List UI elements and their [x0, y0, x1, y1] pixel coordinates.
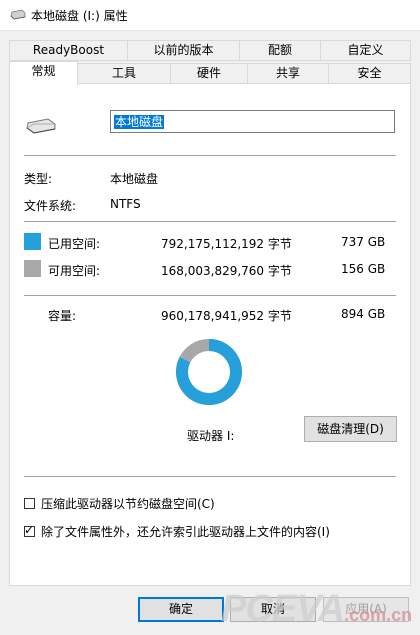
tab-quota[interactable]: 配额 [239, 40, 321, 61]
free-space-size: 156 GB [341, 262, 386, 276]
drive-name-value: 本地磁盘 [114, 115, 165, 129]
compress-label[interactable]: 压缩此驱动器以节约磁盘空间(C) [41, 495, 215, 512]
capacity-bytes: 960,178,941,952 字节 [161, 309, 292, 323]
drive-icon [26, 118, 56, 134]
checkmark-icon: ✓ [24, 523, 35, 537]
drive-name-input[interactable]: 本地磁盘 [110, 110, 395, 133]
filesystem-value: NTFS [110, 197, 141, 211]
divider [24, 221, 396, 222]
tab-readyboost[interactable]: ReadyBoost [9, 40, 128, 61]
used-space-swatch [24, 233, 41, 250]
drive-icon [10, 9, 26, 20]
used-space-bytes: 792,175,112,192 字节 [161, 237, 292, 251]
tab-customize[interactable]: 自定义 [320, 40, 411, 61]
drive-letter-label: 驱动器 I: [187, 429, 235, 443]
tab-sharing[interactable]: 共享 [247, 63, 329, 84]
capacity-size: 894 GB [341, 307, 386, 321]
general-panel: 本地磁盘 类型: 本地磁盘 文件系统: NTFS 已用空间: 792,175,1… [9, 83, 411, 586]
index-label[interactable]: 除了文件属性外，还允许索引此驱动器上文件的内容(I) [41, 523, 330, 540]
tab-tools[interactable]: 工具 [77, 63, 171, 84]
tab-previous-versions[interactable]: 以前的版本 [127, 40, 240, 61]
divider [24, 476, 396, 477]
divider [24, 295, 396, 296]
usage-donut-chart [176, 339, 242, 405]
title-bar: 本地磁盘 (I:) 属性 [0, 0, 420, 31]
type-label: 类型: [24, 172, 53, 186]
watermark: PCEVA.com.cn [221, 588, 412, 631]
free-space-label: 可用空间: [48, 264, 101, 278]
tab-hardware[interactable]: 硬件 [170, 63, 248, 84]
free-space-swatch [24, 260, 41, 277]
ok-button[interactable]: 确定 [138, 597, 224, 622]
divider [24, 155, 396, 156]
used-space-label: 已用空间: [48, 237, 101, 251]
tab-security[interactable]: 安全 [328, 63, 411, 84]
watermark-main: PCEVA [221, 588, 345, 630]
filesystem-label: 文件系统: [24, 199, 77, 213]
capacity-label: 容量: [48, 309, 77, 323]
disk-cleanup-button[interactable]: 磁盘清理(D) [304, 416, 397, 442]
window-title: 本地磁盘 (I:) 属性 [31, 9, 128, 23]
type-value: 本地磁盘 [110, 172, 159, 186]
tab-general[interactable]: 常规 [9, 61, 78, 85]
index-checkbox[interactable]: ✓ [24, 523, 35, 537]
compress-checkbox[interactable] [24, 498, 35, 509]
free-space-bytes: 168,003,829,760 字节 [161, 264, 292, 278]
used-space-size: 737 GB [341, 235, 386, 249]
watermark-domain: .com.cn [344, 605, 413, 625]
